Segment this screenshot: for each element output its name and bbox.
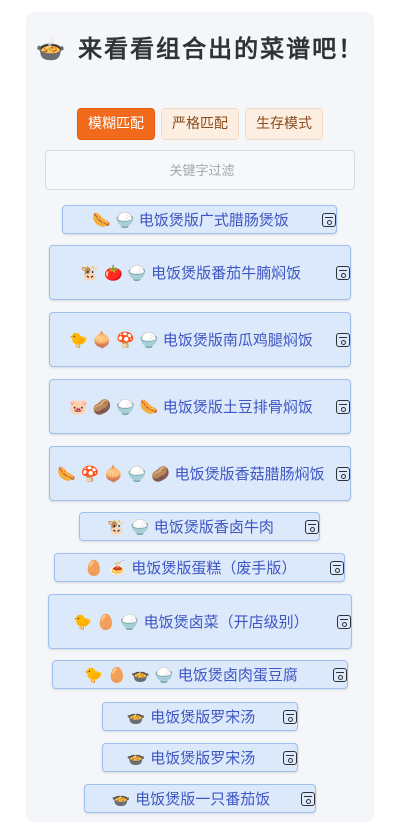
recipe-label: 🍲 电饭煲版罗宋汤 xyxy=(126,707,256,726)
rice-cooker-icon xyxy=(283,750,297,765)
rice-cooker-icon xyxy=(336,332,350,347)
recipe-label: 🌭 🍚 电饭煲版广式腊肠煲饭 xyxy=(92,210,289,229)
recipe-label: 🐮 🍅 🍚 电饭煲版番茄牛腩焖饭 xyxy=(80,263,302,282)
recipe-label: 🐮 🍚 电饭煲版香卤牛肉 xyxy=(107,517,274,536)
recipe-item[interactable]: 🥚 🍝 电饭煲版蛋糕（废手版） xyxy=(54,553,345,582)
match-mode-group: 模糊匹配 严格匹配 生存模式 xyxy=(26,108,374,140)
recipe-item[interactable]: 🐮 🍅 🍚 电饭煲版番茄牛腩焖饭 xyxy=(49,245,351,300)
recipe-item[interactable]: 🍲 电饭煲版一只番茄饭 xyxy=(84,784,316,813)
recipe-label: 🐤 🧅 🍄 🍚 电饭煲版南瓜鸡腿焖饭 xyxy=(69,330,313,349)
mode-fuzzy-button[interactable]: 模糊匹配 xyxy=(77,108,155,140)
rice-cooker-icon xyxy=(305,519,319,534)
rice-cooker-icon xyxy=(333,667,347,682)
mode-strict-button[interactable]: 严格匹配 xyxy=(161,108,239,140)
rice-cooker-icon xyxy=(337,614,351,629)
rice-cooker-icon xyxy=(322,212,336,227)
recipe-item[interactable]: 🌭 🍚 电饭煲版广式腊肠煲饭 xyxy=(62,205,337,234)
mode-survival-button[interactable]: 生存模式 xyxy=(245,108,323,140)
recipe-item[interactable]: 🍲 电饭煲版罗宋汤 xyxy=(102,702,298,731)
rice-cooker-icon xyxy=(283,709,297,724)
recipe-panel: 🍲 来看看组合出的菜谱吧！ 模糊匹配 严格匹配 生存模式 🌭 🍚 电饭煲版广式腊… xyxy=(26,12,374,822)
page-title-text: 来看看组合出的菜谱吧！ xyxy=(78,34,365,63)
recipe-item[interactable]: 🐷 🥔 🍚 🌭 电饭煲版土豆排骨焖饭 xyxy=(49,379,351,434)
rice-cooker-icon xyxy=(336,466,350,481)
rice-cooker-icon xyxy=(330,560,344,575)
recipe-item[interactable]: 🐤 🥚 🍲 🍚 电饭煲卤肉蛋豆腐 xyxy=(52,660,348,689)
keyword-filter-input[interactable] xyxy=(46,151,358,191)
recipe-label: 🐤 🥚 🍲 🍚 电饭煲卤肉蛋豆腐 xyxy=(84,665,298,684)
keyword-filter xyxy=(45,150,358,191)
recipe-item[interactable]: 🍲 电饭煲版罗宋汤 xyxy=(102,743,298,772)
rice-cooker-icon xyxy=(301,791,315,806)
recipe-label: 🥚 🍝 电饭煲版蛋糕（废手版） xyxy=(84,558,297,577)
recipe-item[interactable]: 🌭 🍄 🧅 🍚 🥔 电饭煲版香菇腊肠焖饭 xyxy=(49,446,351,501)
rice-cooker-icon xyxy=(336,399,350,414)
recipe-label: 🌭 🍄 🧅 🍚 🥔 电饭煲版香菇腊肠焖饭 xyxy=(57,464,325,483)
recipe-label: 🍲 电饭煲版一只番茄饭 xyxy=(111,789,271,808)
rice-cooker-icon xyxy=(336,265,350,280)
recipe-label: 🐷 🥔 🍚 🌭 电饭煲版土豆排骨焖饭 xyxy=(69,397,313,416)
recipe-item[interactable]: 🐤 🧅 🍄 🍚 电饭煲版南瓜鸡腿焖饭 xyxy=(49,312,351,367)
pot-icon: 🍲 xyxy=(35,35,68,63)
recipe-item[interactable]: 🐤 🥚 🍚 电饭煲卤菜（开店级别） xyxy=(48,594,352,649)
recipe-label: 🍲 电饭煲版罗宋汤 xyxy=(126,748,256,767)
page-title: 🍲 来看看组合出的菜谱吧！ xyxy=(26,32,374,66)
recipe-item[interactable]: 🐮 🍚 电饭煲版香卤牛肉 xyxy=(79,512,320,541)
recipe-label: 🐤 🥚 🍚 电饭煲卤菜（开店级别） xyxy=(73,612,309,631)
